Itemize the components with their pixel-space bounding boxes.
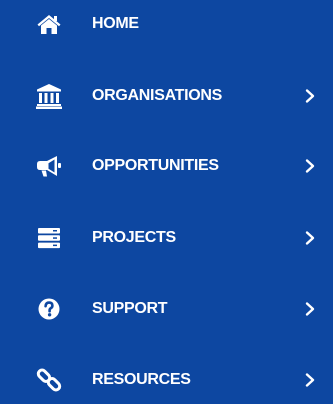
chevron-right-icon	[303, 88, 317, 104]
sidebar-item-support[interactable]: SUPPORT	[0, 287, 333, 331]
link-icon	[33, 366, 65, 394]
sidebar-item-home[interactable]: HOME	[0, 2, 333, 46]
sidebar-item-label: HOME	[92, 15, 139, 32]
sidebar-item-projects[interactable]: PROJECTS	[0, 216, 333, 260]
sidebar-item-label: OPPORTUNITIES	[92, 157, 219, 174]
sidebar-item-label: RESOURCES	[92, 371, 191, 388]
sidebar-item-label: SUPPORT	[92, 300, 168, 317]
sidebar-item-label: ORGANISATIONS	[92, 87, 223, 104]
bank-icon	[33, 82, 65, 110]
chevron-right-icon	[303, 301, 317, 317]
sidebar-item-resources[interactable]: RESOURCES	[0, 358, 333, 402]
sidebar-item-organisations[interactable]: ORGANISATIONS	[0, 74, 333, 118]
sidebar-nav: HOME ORGANISATIONS OPPORTUNITIES PROJECT…	[0, 0, 333, 404]
megaphone-icon	[33, 152, 65, 180]
home-icon	[33, 10, 65, 38]
question-circle-icon	[33, 295, 65, 323]
sidebar-item-opportunities[interactable]: OPPORTUNITIES	[0, 144, 333, 188]
chevron-right-icon	[303, 230, 317, 246]
server-icon	[33, 224, 65, 252]
chevron-right-icon	[303, 158, 317, 174]
sidebar-item-label: PROJECTS	[92, 229, 176, 246]
chevron-right-icon	[303, 372, 317, 388]
